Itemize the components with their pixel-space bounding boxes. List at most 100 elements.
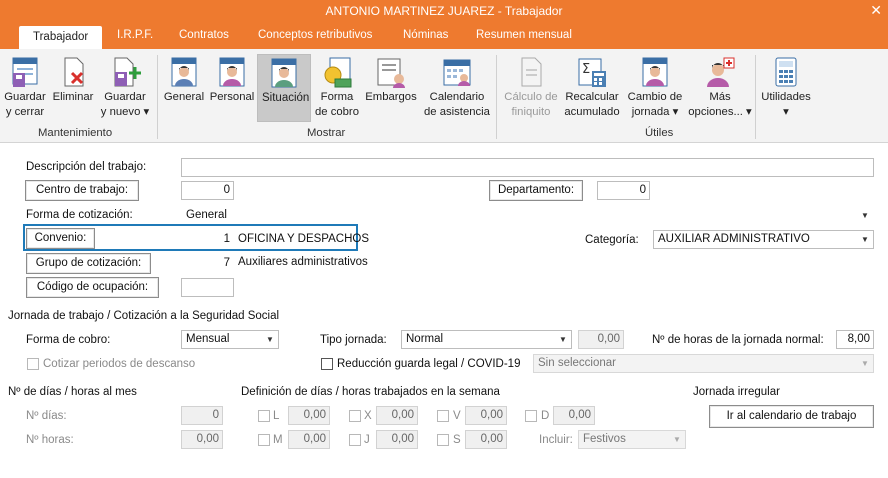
guardar-cerrar-button[interactable]: Guardar y cerrar bbox=[3, 55, 47, 120]
guardar-cerrar-label-2: y cerrar bbox=[5, 106, 45, 118]
descripcion-label: Descripción del trabajo: bbox=[26, 161, 147, 173]
miercoles-checkbox[interactable] bbox=[349, 410, 361, 422]
chevron-down-icon[interactable]: ▼ bbox=[669, 431, 685, 448]
tab-trabajador[interactable]: Trabajador bbox=[19, 26, 103, 49]
document-icon bbox=[514, 55, 548, 89]
chevron-down-icon[interactable]: ▼ bbox=[857, 355, 873, 372]
section-dias-mes: Nº de días / horas al mes bbox=[8, 386, 137, 398]
embargos-button[interactable]: Embargos bbox=[364, 55, 418, 105]
jueves-checkbox[interactable] bbox=[349, 434, 361, 446]
eliminar-label: Eliminar bbox=[52, 91, 94, 103]
eliminar-button[interactable]: Eliminar bbox=[51, 55, 95, 105]
chevron-down-icon: ▾ bbox=[783, 106, 789, 118]
general-label: General bbox=[163, 91, 205, 103]
categoria-label: Categoría: bbox=[585, 234, 639, 246]
viernes-checkbox[interactable] bbox=[437, 410, 449, 422]
personal-label: Personal bbox=[209, 91, 255, 103]
chevron-down-icon[interactable]: ▼ bbox=[262, 331, 278, 348]
convenio-button[interactable]: Convenio: bbox=[26, 228, 95, 249]
forma-cotizacion-label: Forma de cotización: bbox=[26, 209, 133, 221]
grupo-cotizacion-button[interactable]: Grupo de cotización: bbox=[26, 253, 151, 274]
tipo-jornada-label: Tipo jornada: bbox=[320, 334, 387, 346]
tipo-jornada-select[interactable]: Normal ▼ bbox=[401, 330, 572, 349]
departamento-input[interactable]: 0 bbox=[597, 181, 650, 200]
embargos-label: Embargos bbox=[365, 91, 417, 103]
tab-contratos[interactable]: Contratos bbox=[179, 29, 229, 41]
forma-cobro-label-1: Forma bbox=[320, 91, 354, 103]
calendario-label-1: Calendario bbox=[429, 91, 485, 103]
categoria-select[interactable]: AUXILIAR ADMINISTRATIVO ▼ bbox=[653, 230, 874, 249]
centro-trabajo-button[interactable]: Centro de trabajo: bbox=[25, 180, 139, 201]
forma-cotizacion-select[interactable]: General ▼ bbox=[181, 206, 874, 225]
forma-cobro-label: Forma de cobro: bbox=[26, 334, 111, 346]
forma-cobro-select[interactable]: Mensual ▼ bbox=[181, 330, 279, 349]
horas-mes-input: 0,00 bbox=[181, 430, 223, 449]
martes-checkbox[interactable] bbox=[258, 434, 270, 446]
reduccion-guarda-checkbox[interactable] bbox=[321, 358, 333, 370]
calendar-icon bbox=[440, 55, 474, 89]
person-card-icon bbox=[167, 55, 201, 89]
convenio-input[interactable]: 1 bbox=[181, 230, 234, 249]
ribbon-separator bbox=[755, 55, 756, 139]
close-icon[interactable]: ✕ bbox=[870, 2, 882, 19]
calendario-label-2: de asistencia bbox=[424, 106, 490, 118]
title-bar: ANTONIO MARTINEZ JUAREZ - Trabajador ✕ bbox=[0, 0, 888, 22]
sabado-checkbox[interactable] bbox=[437, 434, 449, 446]
person-card-icon bbox=[267, 56, 301, 90]
tab-bar: Trabajador I.R.P.F. Contratos Conceptos … bbox=[0, 22, 888, 49]
horas-jornada-label: Nº de horas de la jornada normal: bbox=[652, 334, 824, 346]
tipo-jornada-value: Normal bbox=[406, 333, 444, 345]
forma-cobro-label-2: de cobro bbox=[315, 106, 359, 118]
mas-opciones-button[interactable]: Más opciones... ▾ bbox=[688, 55, 752, 120]
person-card-icon bbox=[638, 55, 672, 89]
lunes-checkbox[interactable] bbox=[258, 410, 270, 422]
horas-jornada-input[interactable]: 8,00 bbox=[836, 330, 874, 349]
personal-button[interactable]: Personal bbox=[209, 55, 255, 105]
delete-icon bbox=[56, 55, 90, 89]
tab-nominas[interactable]: Nóminas bbox=[403, 29, 448, 41]
situacion-button[interactable]: Situación bbox=[257, 54, 311, 122]
cambio-label-1: Cambio de bbox=[627, 91, 683, 103]
lunes-input: 0,00 bbox=[288, 406, 330, 425]
categoria-value: AUXILIAR ADMINISTRATIVO bbox=[658, 233, 810, 245]
utilidades-button[interactable]: Utilidades ▾ bbox=[758, 55, 814, 120]
chevron-down-icon[interactable]: ▼ bbox=[857, 231, 873, 248]
chevron-down-icon[interactable]: ▼ bbox=[857, 207, 873, 224]
reduccion-select[interactable]: Sin seleccionar ▼ bbox=[533, 354, 874, 373]
calendario-asistencia-button[interactable]: Calendario de asistencia bbox=[423, 55, 491, 120]
tab-resumen-mensual[interactable]: Resumen mensual bbox=[476, 29, 572, 41]
recalcular-acumulado-button[interactable]: Σ Recalcular acumulado bbox=[562, 55, 622, 120]
tab-conceptos-retributivos[interactable]: Conceptos retributivos bbox=[258, 29, 372, 41]
descripcion-input[interactable] bbox=[181, 158, 874, 177]
viernes-input: 0,00 bbox=[465, 406, 507, 425]
codigo-ocupacion-input[interactable] bbox=[181, 278, 234, 297]
group-mantenimiento: Mantenimiento bbox=[38, 127, 113, 139]
domingo-input: 0,00 bbox=[553, 406, 595, 425]
reduccion-value: Sin seleccionar bbox=[538, 357, 616, 369]
save-new-icon bbox=[108, 55, 142, 89]
calculo-label-2: finiquito bbox=[511, 106, 551, 118]
horas-mes-label: Nº horas: bbox=[26, 434, 74, 446]
guardar-nuevo-label-2: y nuevo ▾ bbox=[100, 106, 150, 118]
cambio-jornada-button[interactable]: Cambio de jornada ▾ bbox=[625, 55, 685, 120]
tipo-jornada-num: 0,00 bbox=[578, 330, 624, 349]
centro-trabajo-input[interactable]: 0 bbox=[181, 181, 234, 200]
calculo-finiquito-button[interactable]: Cálculo de finiquito bbox=[502, 55, 560, 120]
calculator-icon bbox=[769, 55, 803, 89]
forma-cobro-button[interactable]: Forma de cobro bbox=[315, 55, 359, 120]
departamento-button[interactable]: Departamento: bbox=[489, 180, 583, 201]
cotizar-descanso-checkbox[interactable] bbox=[27, 358, 39, 370]
domingo-checkbox[interactable] bbox=[525, 410, 537, 422]
chevron-down-icon[interactable]: ▼ bbox=[555, 331, 571, 348]
general-button[interactable]: General bbox=[162, 55, 206, 105]
incluir-select[interactable]: Festivos ▼ bbox=[578, 430, 686, 449]
guardar-nuevo-button[interactable]: Guardar y nuevo ▾ bbox=[99, 55, 151, 120]
grupo-cotizacion-input[interactable]: 7 bbox=[181, 254, 234, 273]
section-jornada: Jornada de trabajo / Cotización a la Seg… bbox=[8, 310, 280, 322]
codigo-ocupacion-button[interactable]: Código de ocupación: bbox=[26, 277, 159, 298]
tab-irpf[interactable]: I.R.P.F. bbox=[117, 29, 153, 41]
forma-cobro-value: Mensual bbox=[186, 333, 230, 345]
recalcular-label-2: acumulado bbox=[564, 106, 620, 118]
calculo-label-1: Cálculo de bbox=[504, 91, 558, 103]
ir-calendario-button[interactable]: Ir al calendario de trabajo bbox=[709, 405, 874, 428]
